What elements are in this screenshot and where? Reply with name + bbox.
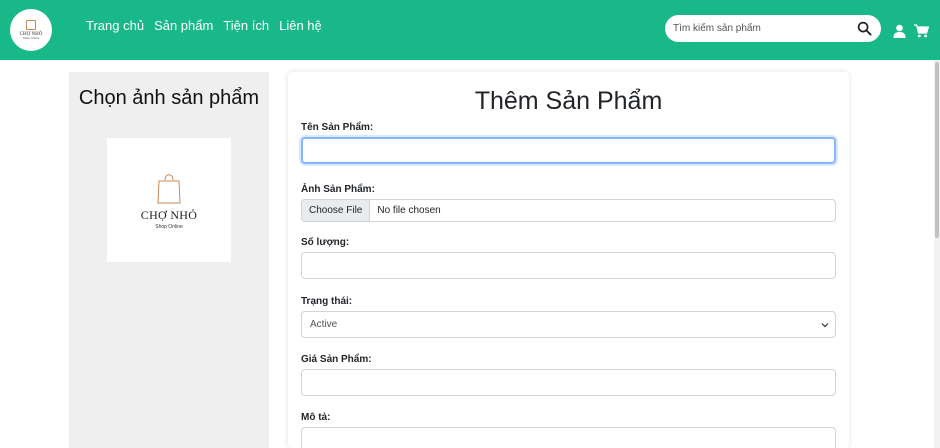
price-input[interactable]	[301, 369, 836, 396]
top-header: CHỢ NHỎ Shop Online Trang chủ Sản phẩm T…	[0, 0, 940, 60]
choose-file-button[interactable]: Choose File	[302, 200, 371, 221]
quantity-input[interactable]	[301, 252, 836, 279]
cart-icon[interactable]	[914, 24, 929, 38]
chevron-down-icon	[821, 323, 829, 328]
logo[interactable]: CHỢ NHỎ Shop Online	[10, 9, 52, 51]
image-picker-title: Chọn ảnh sản phẩm	[78, 87, 260, 109]
status-label: Trạng thái:	[301, 296, 353, 307]
logo-subtext: Shop Online	[22, 35, 40, 40]
quantity-label: Số lượng:	[301, 237, 350, 248]
status-select-value: Active	[310, 319, 338, 330]
nav-link-home[interactable]: Trang chủ	[86, 18, 144, 33]
search-icon[interactable]	[857, 21, 872, 36]
product-name-label: Tên Sản Phẩm:	[301, 122, 374, 133]
nav-link-products[interactable]: Sản phẩm	[154, 18, 213, 33]
nav-link-utilities[interactable]: Tiện ích	[223, 18, 269, 33]
price-label: Giá Sản Phẩm:	[301, 354, 372, 365]
product-image-file-input[interactable]: Choose File No file chosen	[301, 199, 836, 222]
product-image-label: Ảnh Sản Phẩm:	[301, 184, 375, 195]
status-select[interactable]: Active	[301, 311, 836, 338]
product-name-input[interactable]	[301, 137, 836, 164]
scrollbar-thumb[interactable]	[935, 62, 939, 238]
form-title: Thêm Sản Phẩm	[474, 87, 663, 115]
file-status: No file chosen	[377, 205, 441, 216]
add-product-form: Thêm Sản Phẩm Tên Sản Phẩm: Ảnh Sản Phẩm…	[288, 72, 849, 448]
search-box	[665, 15, 881, 42]
search-input[interactable]	[673, 23, 853, 34]
user-icon[interactable]	[893, 24, 906, 38]
shopping-bag-icon	[157, 174, 181, 204]
description-input[interactable]	[301, 427, 836, 448]
image-picker-panel: Chọn ảnh sản phẩm CHỢ NHỎ Shop Online	[69, 72, 269, 448]
image-preview[interactable]: CHỢ NHỎ Shop Online	[107, 138, 231, 262]
main-nav: Trang chủ Sản phẩm Tiện ích Liên hệ	[86, 18, 322, 33]
nav-link-contact[interactable]: Liên hệ	[279, 18, 322, 33]
bag-icon	[26, 19, 36, 30]
preview-subtext: Shop Online	[155, 224, 183, 230]
description-label: Mô tả:	[301, 412, 331, 423]
preview-brand: CHỢ NHỎ	[140, 208, 198, 222]
